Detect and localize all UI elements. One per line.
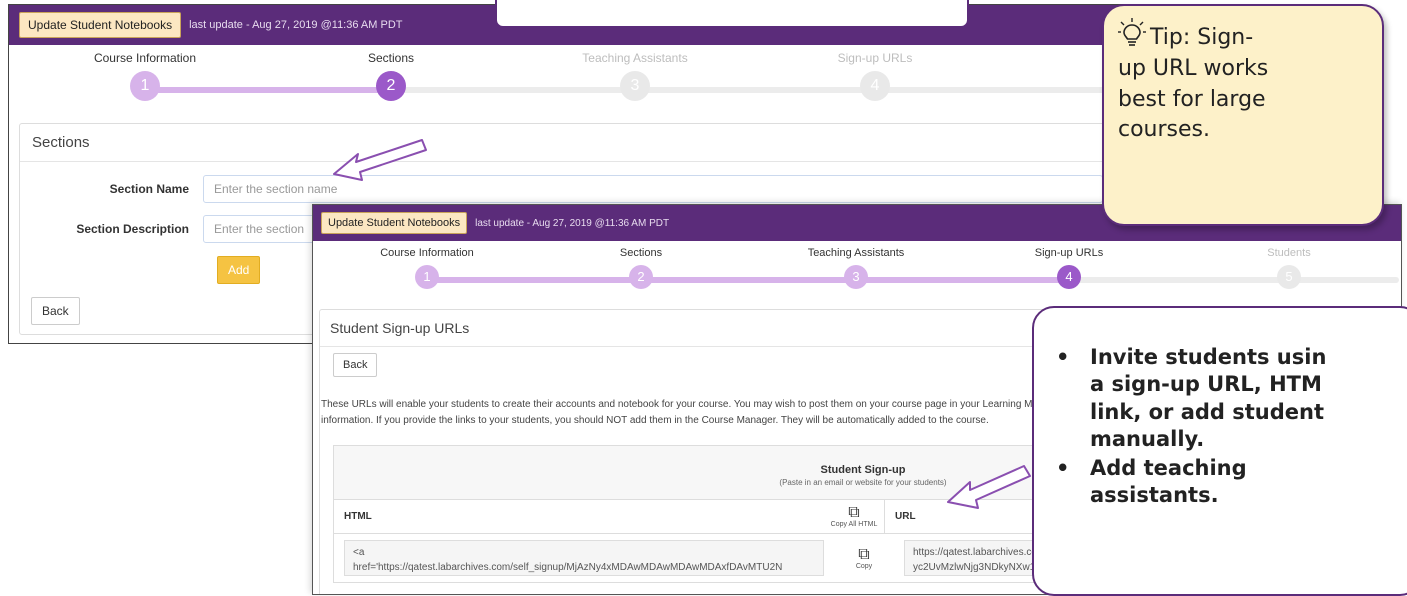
wizard-steps: Course Information 1 Sections 2 Teaching… [9,45,1187,117]
tip-line: best for large [1118,86,1266,112]
update-student-notebooks-button[interactable]: Update Student Notebooks [19,12,182,38]
section-description-label: Section Description [76,222,189,236]
back-button[interactable]: Back [31,297,80,325]
last-update-text: last update - Aug 27, 2019 @11:36 AM PDT [475,217,670,229]
copy-all-html-button[interactable]: ⧉ Copy All HTML [824,500,884,533]
step-number: 3 [620,71,650,101]
list-item: • Add teaching assistants. [1056,456,1247,508]
copy-html-button[interactable]: ⧉ Copy [834,534,894,582]
update-student-notebooks-button[interactable]: Update Student Notebooks [321,212,468,234]
wizard-steps: Course Information 1 Sections 2 Teaching… [313,241,1401,305]
step-sections[interactable]: Sections 2 [581,247,701,289]
step-number: 1 [415,265,439,289]
tip-line: courses. [1118,117,1210,143]
step-teaching-assistants[interactable]: Teaching Assistants 3 [555,51,715,101]
lightbulb-icon [1118,18,1146,46]
step-course-information[interactable]: Course Information 1 [367,247,487,289]
step-teaching-assistants[interactable]: Teaching Assistants 3 [786,247,926,289]
copy-icon: ⧉ [848,504,860,521]
progress-bar-done [427,277,1069,283]
back-button[interactable]: Back [333,353,378,377]
panel-title: Sections [20,124,1178,162]
step-number: 3 [844,265,868,289]
step-signup-urls[interactable]: Sign-up URLs 4 [810,51,940,101]
step-number: 2 [376,71,406,101]
notes-list: • Invite students usin a sign-up URL, HT… [1056,344,1407,510]
add-section-button[interactable]: Add [217,256,261,284]
section-name-label: Section Name [109,182,189,196]
step-course-information[interactable]: Course Information 1 [80,51,210,101]
step-students[interactable]: Students 5 [1239,247,1339,289]
arrow-callout-icon [333,139,427,181]
last-update-text: last update - Aug 27, 2019 @11:36 AM PDT [189,19,403,31]
tip-callout: Tip: Sign- up URL works best for large c… [1102,4,1384,226]
step-number: 2 [629,265,653,289]
section-name-row: Section Name [33,175,1103,203]
step-sections[interactable]: Sections 2 [326,51,456,101]
html-link-textarea[interactable]: <a href='https://qatest.labarchives.com/… [344,540,824,576]
step-number: 1 [130,71,160,101]
copy-icon: ⧉ [858,545,870,563]
step-number: 4 [1057,265,1081,289]
notes-callout: • Invite students usin a sign-up URL, HT… [1032,306,1407,596]
step-number: 4 [860,71,890,101]
tip-line: up URL works [1118,55,1269,81]
arrow-callout-icon [947,465,1031,509]
column-html: HTML [344,511,372,522]
step-number: 5 [1277,265,1301,289]
step-signup-urls[interactable]: Sign-up URLs 4 [1009,247,1129,289]
tip-line: Tip: Sign- [1150,25,1254,50]
top-callout-box [495,0,969,28]
list-item: • Invite students usin a sign-up URL, HT… [1056,345,1327,451]
progress-bar-remaining [391,87,1171,93]
